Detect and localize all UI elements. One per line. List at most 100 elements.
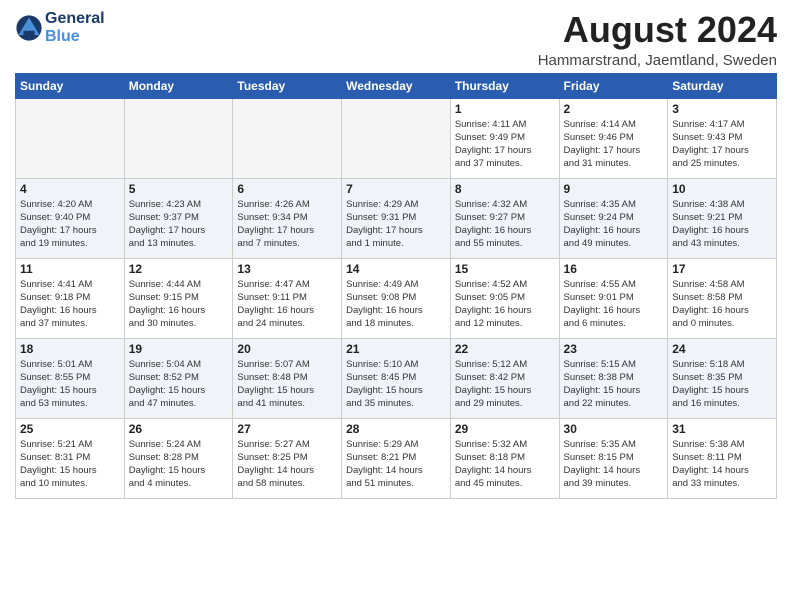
day-info: Sunrise: 5:38 AM Sunset: 8:11 PM Dayligh… — [672, 438, 772, 491]
calendar-week-row: 11 Sunrise: 4:41 AM Sunset: 9:18 PM Dayli… — [16, 258, 777, 338]
table-row: 23 Sunrise: 5:15 AM Sunset: 8:38 PM Dayli… — [559, 338, 668, 418]
day-number: 31 — [672, 422, 772, 436]
table-row: 28Sunrise: 5:29 AM Sunset: 8:21 PM Dayli… — [342, 418, 451, 498]
table-row: 30 Sunrise: 5:35 AM Sunset: 8:15 PM Dayli… — [559, 418, 668, 498]
day-info: Sunrise: 4:44 AM Sunset: 9:15 PM Dayligh… — [129, 278, 229, 331]
month-year-title: August 2024 — [538, 10, 777, 50]
day-info: Sunrise: 5:24 AM Sunset: 8:28 PM Dayligh… — [129, 438, 229, 491]
day-info: Sunrise: 4:20 AM Sunset: 9:40 PM Dayligh… — [20, 198, 120, 251]
col-monday: Monday — [124, 73, 233, 98]
day-number: 22 — [455, 342, 555, 356]
table-row — [233, 98, 342, 178]
logo-text: General Blue — [45, 10, 105, 45]
logo: General Blue — [15, 10, 105, 45]
day-number: 6 — [237, 182, 337, 196]
table-row: 17 Sunrise: 4:58 AM Sunset: 8:58 PM Dayli… — [668, 258, 777, 338]
day-number: 29 — [455, 422, 555, 436]
table-row: 8Sunrise: 4:32 AM Sunset: 9:27 PM Daylig… — [450, 178, 559, 258]
day-number: 19 — [129, 342, 229, 356]
day-info: Sunrise: 4:41 AM Sunset: 9:18 PM Dayligh… — [20, 278, 120, 331]
table-row: 14 Sunrise: 4:49 AM Sunset: 9:08 PM Dayli… — [342, 258, 451, 338]
location-subtitle: Hammarstrand, Jaemtland, Sweden — [538, 52, 777, 69]
table-row: 5Sunrise: 4:23 AM Sunset: 9:37 PM Daylig… — [124, 178, 233, 258]
day-number: 5 — [129, 182, 229, 196]
title-area: August 2024 Hammarstrand, Jaemtland, Swe… — [538, 10, 777, 69]
day-number: 2 — [564, 102, 664, 116]
day-number: 17 — [672, 262, 772, 276]
table-row: 3Sunrise: 4:17 AM Sunset: 9:43 PM Daylig… — [668, 98, 777, 178]
day-info: Sunrise: 5:21 AM Sunset: 8:31 PM Dayligh… — [20, 438, 120, 491]
col-tuesday: Tuesday — [233, 73, 342, 98]
table-row: 16Sunrise: 4:55 AM Sunset: 9:01 PM Dayli… — [559, 258, 668, 338]
day-number: 27 — [237, 422, 337, 436]
day-number: 11 — [20, 262, 120, 276]
day-number: 28 — [346, 422, 446, 436]
day-info: Sunrise: 4:32 AM Sunset: 9:27 PM Dayligh… — [455, 198, 555, 251]
table-row: 6 Sunrise: 4:26 AM Sunset: 9:34 PM Daylig… — [233, 178, 342, 258]
day-info: Sunrise: 4:58 AM Sunset: 8:58 PM Dayligh… — [672, 278, 772, 331]
day-info: Sunrise: 5:15 AM Sunset: 8:38 PM Dayligh… — [564, 358, 664, 411]
table-row — [342, 98, 451, 178]
day-number: 14 — [346, 262, 446, 276]
day-number: 12 — [129, 262, 229, 276]
day-number: 13 — [237, 262, 337, 276]
table-row: 22 Sunrise: 5:12 AM Sunset: 8:42 PM Dayli… — [450, 338, 559, 418]
col-saturday: Saturday — [668, 73, 777, 98]
calendar-header-row: Sunday Monday Tuesday Wednesday Thursday… — [16, 73, 777, 98]
col-sunday: Sunday — [16, 73, 125, 98]
calendar-week-row: 18 Sunrise: 5:01 AM Sunset: 8:55 PM Dayli… — [16, 338, 777, 418]
table-row: 11 Sunrise: 4:41 AM Sunset: 9:18 PM Dayli… — [16, 258, 125, 338]
calendar-week-row: 4 Sunrise: 4:20 AM Sunset: 9:40 PM Daylig… — [16, 178, 777, 258]
day-info: Sunrise: 5:01 AM Sunset: 8:55 PM Dayligh… — [20, 358, 120, 411]
table-row: 25Sunrise: 5:21 AM Sunset: 8:31 PM Dayli… — [16, 418, 125, 498]
day-number: 30 — [564, 422, 664, 436]
day-number: 24 — [672, 342, 772, 356]
day-info: Sunrise: 5:04 AM Sunset: 8:52 PM Dayligh… — [129, 358, 229, 411]
day-info: Sunrise: 5:18 AM Sunset: 8:35 PM Dayligh… — [672, 358, 772, 411]
day-info: Sunrise: 4:14 AM Sunset: 9:46 PM Dayligh… — [564, 118, 664, 171]
day-number: 10 — [672, 182, 772, 196]
day-number: 23 — [564, 342, 664, 356]
day-info: Sunrise: 4:55 AM Sunset: 9:01 PM Dayligh… — [564, 278, 664, 331]
day-info: Sunrise: 5:35 AM Sunset: 8:15 PM Dayligh… — [564, 438, 664, 491]
table-row — [124, 98, 233, 178]
col-friday: Friday — [559, 73, 668, 98]
day-number: 18 — [20, 342, 120, 356]
table-row: 26 Sunrise: 5:24 AM Sunset: 8:28 PM Dayli… — [124, 418, 233, 498]
table-row: 10Sunrise: 4:38 AM Sunset: 9:21 PM Dayli… — [668, 178, 777, 258]
table-row: 7Sunrise: 4:29 AM Sunset: 9:31 PM Daylig… — [342, 178, 451, 258]
day-info: Sunrise: 4:47 AM Sunset: 9:11 PM Dayligh… — [237, 278, 337, 331]
table-row: 12 Sunrise: 4:44 AM Sunset: 9:15 PM Dayli… — [124, 258, 233, 338]
day-number: 4 — [20, 182, 120, 196]
day-info: Sunrise: 4:35 AM Sunset: 9:24 PM Dayligh… — [564, 198, 664, 251]
day-number: 9 — [564, 182, 664, 196]
day-info: Sunrise: 4:49 AM Sunset: 9:08 PM Dayligh… — [346, 278, 446, 331]
calendar-week-row: 1 Sunrise: 4:11 AM Sunset: 9:49 PM Daylig… — [16, 98, 777, 178]
table-row: 29 Sunrise: 5:32 AM Sunset: 8:18 PM Dayli… — [450, 418, 559, 498]
table-row: 21Sunrise: 5:10 AM Sunset: 8:45 PM Dayli… — [342, 338, 451, 418]
header: General Blue August 2024 Hammarstrand, J… — [15, 10, 777, 69]
day-info: Sunrise: 4:11 AM Sunset: 9:49 PM Dayligh… — [455, 118, 555, 171]
col-wednesday: Wednesday — [342, 73, 451, 98]
day-info: Sunrise: 5:07 AM Sunset: 8:48 PM Dayligh… — [237, 358, 337, 411]
calendar-table: Sunday Monday Tuesday Wednesday Thursday… — [15, 73, 777, 499]
table-row: 9 Sunrise: 4:35 AM Sunset: 9:24 PM Daylig… — [559, 178, 668, 258]
day-info: Sunrise: 5:27 AM Sunset: 8:25 PM Dayligh… — [237, 438, 337, 491]
table-row: 15Sunrise: 4:52 AM Sunset: 9:05 PM Dayli… — [450, 258, 559, 338]
col-thursday: Thursday — [450, 73, 559, 98]
day-info: Sunrise: 5:12 AM Sunset: 8:42 PM Dayligh… — [455, 358, 555, 411]
day-info: Sunrise: 5:10 AM Sunset: 8:45 PM Dayligh… — [346, 358, 446, 411]
day-info: Sunrise: 4:26 AM Sunset: 9:34 PM Dayligh… — [237, 198, 337, 251]
table-row: 1 Sunrise: 4:11 AM Sunset: 9:49 PM Daylig… — [450, 98, 559, 178]
day-number: 1 — [455, 102, 555, 116]
day-number: 20 — [237, 342, 337, 356]
day-info: Sunrise: 5:32 AM Sunset: 8:18 PM Dayligh… — [455, 438, 555, 491]
table-row: 31 Sunrise: 5:38 AM Sunset: 8:11 PM Dayli… — [668, 418, 777, 498]
day-number: 7 — [346, 182, 446, 196]
logo-icon — [15, 14, 43, 42]
day-number: 26 — [129, 422, 229, 436]
day-info: Sunrise: 4:17 AM Sunset: 9:43 PM Dayligh… — [672, 118, 772, 171]
day-info: Sunrise: 4:52 AM Sunset: 9:05 PM Dayligh… — [455, 278, 555, 331]
calendar-week-row: 25Sunrise: 5:21 AM Sunset: 8:31 PM Dayli… — [16, 418, 777, 498]
table-row: 27 Sunrise: 5:27 AM Sunset: 8:25 PM Dayli… — [233, 418, 342, 498]
